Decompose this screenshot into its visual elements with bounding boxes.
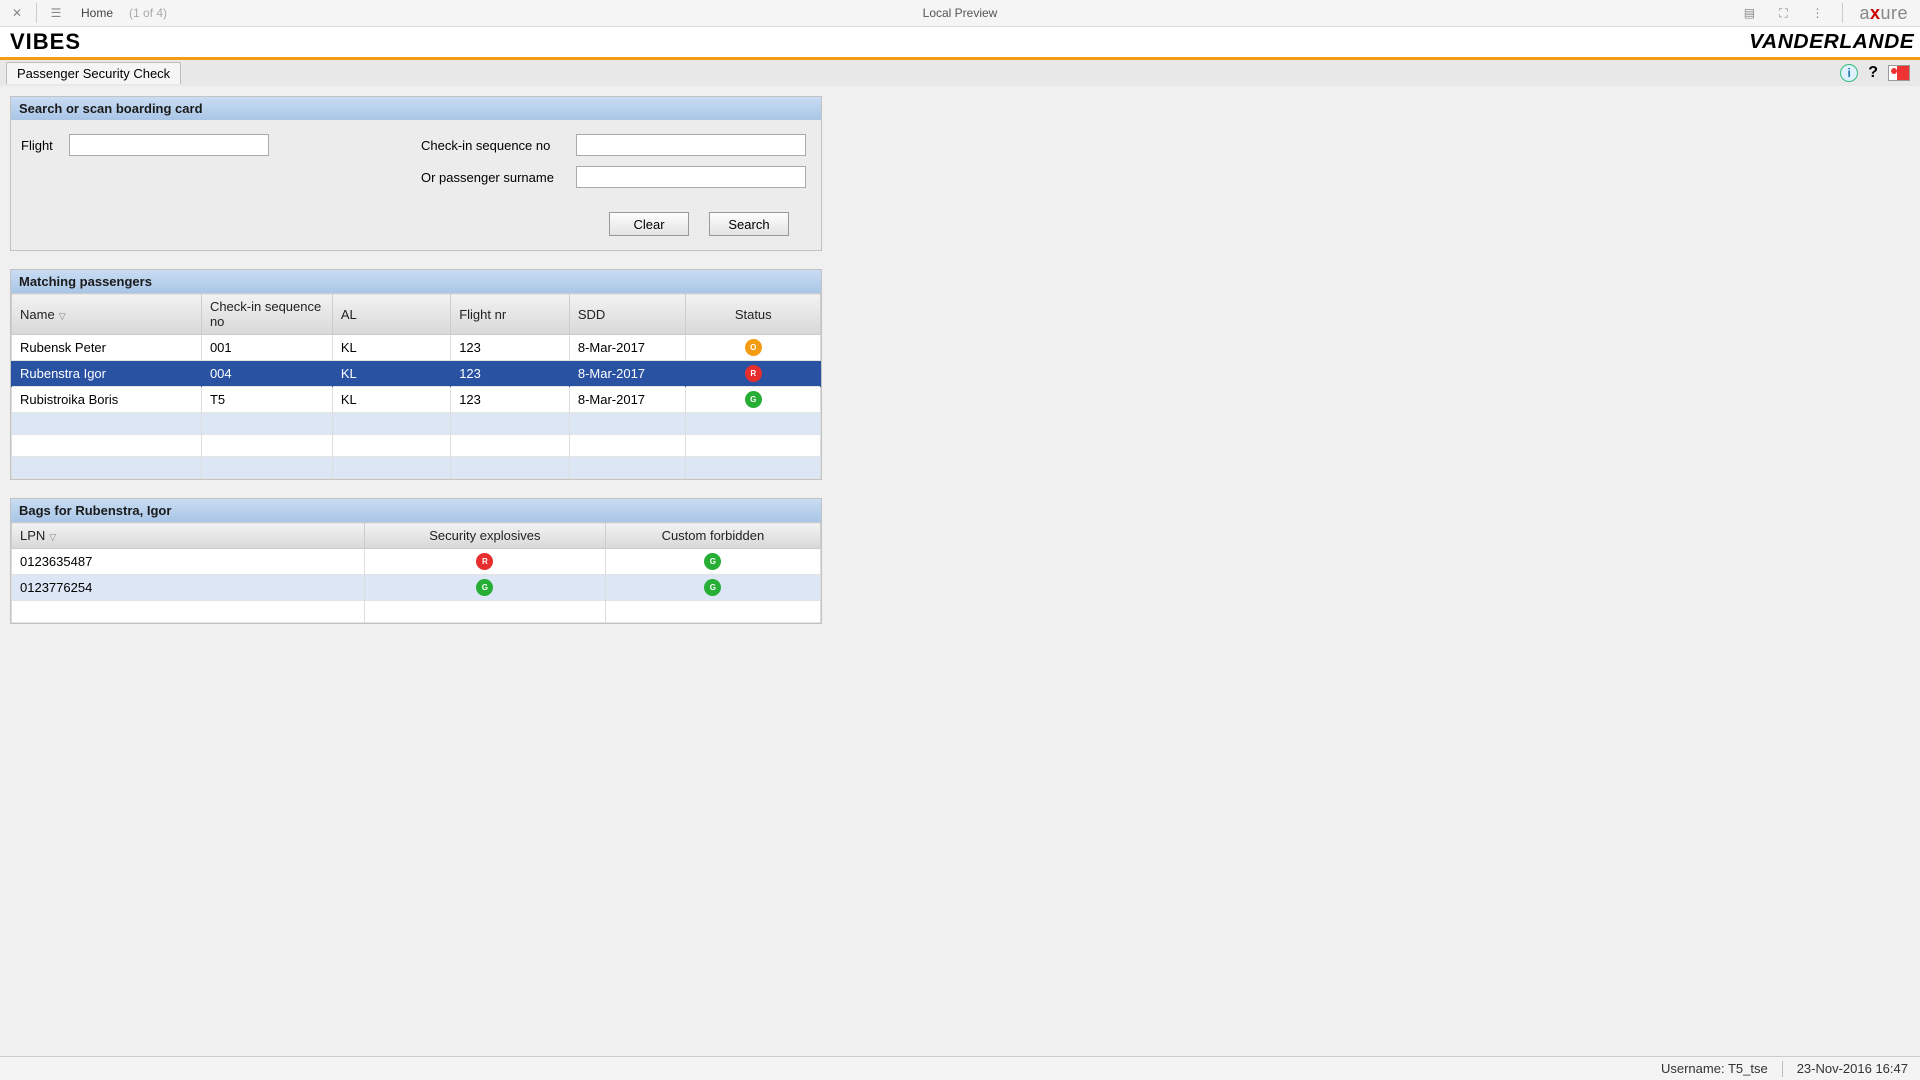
checkin-label: Check-in sequence no [421, 138, 576, 153]
col-name[interactable]: Name▽ [12, 294, 202, 335]
cell-checkin: T5 [201, 387, 332, 413]
cell-sdd: 8-Mar-2017 [569, 361, 686, 387]
separator [1782, 1061, 1783, 1077]
table-row[interactable]: Rubenstra Igor004KL1238-Mar-2017 R [12, 361, 821, 387]
tab-bar: Passenger Security Check i ? [0, 60, 1920, 86]
search-button[interactable]: Search [709, 212, 789, 236]
table-row[interactable]: Rubensk Peter001KL1238-Mar-2017 O [12, 335, 821, 361]
table-row [12, 601, 821, 623]
status-badge: O [745, 339, 762, 356]
cell-security: G [364, 575, 605, 601]
breadcrumb-home[interactable]: Home [81, 6, 113, 20]
flight-label: Flight [21, 138, 69, 153]
bags-table: LPN▽ Security explosives Custom forbidde… [11, 522, 821, 623]
preview-title: Local Preview [923, 6, 998, 20]
cell-name: Rubistroika Boris [12, 387, 202, 413]
status-bar: Username: T5_tse 23-Nov-2016 16:47 [0, 1056, 1920, 1080]
separator [36, 3, 37, 23]
matching-table: Name▽ Check-in sequence no AL Flight nr … [11, 293, 821, 479]
cell-checkin: 001 [201, 335, 332, 361]
col-checkin[interactable]: Check-in sequence no [201, 294, 332, 335]
status-badge: G [704, 553, 721, 570]
preview-bar: ✕ ☰ Home (1 of 4) Local Preview ▤ ⛶ ⋮ ax… [0, 0, 1920, 27]
matching-panel: Matching passengers Name▽ Check-in seque… [10, 269, 822, 480]
col-sdd[interactable]: SDD [569, 294, 686, 335]
cell-flight: 123 [451, 335, 570, 361]
sort-icon: ▽ [59, 311, 66, 321]
tab-passenger-security[interactable]: Passenger Security Check [6, 62, 181, 84]
username-label: Username: T5_tse [1661, 1061, 1768, 1076]
status-badge: G [476, 579, 493, 596]
more-icon[interactable]: ⋮ [1808, 4, 1826, 22]
cell-al: KL [332, 335, 450, 361]
cell-status: R [686, 361, 821, 387]
menu-icon[interactable]: ☰ [47, 4, 65, 22]
table-row[interactable]: Rubistroika BorisT5KL1238-Mar-2017 G [12, 387, 821, 413]
cell-status: O [686, 335, 821, 361]
close-icon[interactable]: ✕ [8, 4, 26, 22]
cell-security: R [364, 549, 605, 575]
surname-input[interactable] [576, 166, 806, 188]
cell-custom: G [605, 549, 820, 575]
cell-status: G [686, 387, 821, 413]
col-al[interactable]: AL [332, 294, 450, 335]
status-badge: R [745, 365, 762, 382]
cell-flight: 123 [451, 387, 570, 413]
cell-lpn: 0123635487 [12, 549, 365, 575]
content-area: Search or scan boarding card Flight Chec… [0, 86, 832, 652]
matching-panel-title: Matching passengers [11, 270, 821, 293]
table-row [12, 457, 821, 479]
clear-button[interactable]: Clear [609, 212, 689, 236]
app-title: VIBES [10, 29, 81, 55]
status-badge: G [704, 579, 721, 596]
table-row [12, 435, 821, 457]
sort-icon: ▽ [49, 532, 56, 542]
cell-custom: G [605, 575, 820, 601]
axure-logo: axure [1859, 3, 1908, 24]
cell-checkin: 004 [201, 361, 332, 387]
cell-sdd: 8-Mar-2017 [569, 387, 686, 413]
search-panel: Search or scan boarding card Flight Chec… [10, 96, 822, 251]
col-status[interactable]: Status [686, 294, 821, 335]
separator [1842, 3, 1843, 23]
cell-name: Rubensk Peter [12, 335, 202, 361]
flight-input[interactable] [69, 134, 269, 156]
bags-panel-title: Bags for Rubenstra, Igor [11, 499, 821, 522]
status-badge: G [745, 391, 762, 408]
breadcrumb-count: (1 of 4) [129, 6, 167, 20]
table-row[interactable]: 0123776254 G G [12, 575, 821, 601]
checkin-input[interactable] [576, 134, 806, 156]
notes-icon[interactable]: ▤ [1740, 4, 1758, 22]
cell-lpn: 0123776254 [12, 575, 365, 601]
col-custom[interactable]: Custom forbidden [605, 523, 820, 549]
datetime-label: 23-Nov-2016 16:47 [1797, 1061, 1908, 1076]
table-row[interactable]: 0123635487 R G [12, 549, 821, 575]
logout-icon[interactable] [1888, 65, 1910, 81]
search-panel-title: Search or scan boarding card [11, 97, 821, 120]
cell-al: KL [332, 361, 450, 387]
cell-sdd: 8-Mar-2017 [569, 335, 686, 361]
info-icon[interactable]: i [1840, 64, 1858, 82]
cell-al: KL [332, 387, 450, 413]
table-row [12, 413, 821, 435]
col-lpn[interactable]: LPN▽ [12, 523, 365, 549]
bags-panel: Bags for Rubenstra, Igor LPN▽ Security e… [10, 498, 822, 624]
expand-icon[interactable]: ⛶ [1774, 4, 1792, 22]
status-badge: R [476, 553, 493, 570]
cell-flight: 123 [451, 361, 570, 387]
col-flight[interactable]: Flight nr [451, 294, 570, 335]
brand-logo: VANDERLANDE [1749, 31, 1914, 54]
col-security[interactable]: Security explosives [364, 523, 605, 549]
app-header: VIBES VANDERLANDE [0, 27, 1920, 57]
surname-label: Or passenger surname [421, 170, 576, 185]
cell-name: Rubenstra Igor [12, 361, 202, 387]
help-icon[interactable]: ? [1868, 64, 1878, 82]
